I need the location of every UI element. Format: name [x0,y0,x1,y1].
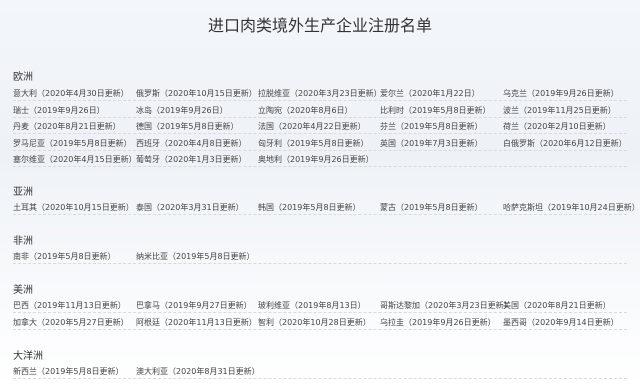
country-link[interactable]: 立陶宛（2020年8月6日） [258,105,353,116]
country-link[interactable]: 德国（2019年5月8日更新） [136,121,239,132]
country-link[interactable]: 土耳其（2020年10月15日更新） [13,202,134,213]
country-link[interactable]: 荷兰（2020年2月10日更新） [503,121,611,132]
country-link[interactable]: 波兰（2019年11月25日更新） [503,105,616,116]
country-link[interactable]: 玻利维亚（2019年8月13日） [258,300,366,311]
country-link[interactable]: 加拿大（2020年5月27日更新） [13,317,129,328]
country-link[interactable]: 俄罗斯（2020年10月15日更新） [136,88,257,99]
row-divider [13,166,627,167]
country-link[interactable]: 西班牙（2020年4月8日更新） [136,138,247,149]
row-divider [13,149,627,151]
country-link[interactable]: 意大利（2020年4月30日更新） [13,88,129,99]
region-heading: 欧洲 [13,72,33,83]
country-link[interactable]: 哈萨克斯坦（2019年10月24日更新） [503,202,640,213]
country-link[interactable]: 澳大利亚（2020年8月31日更新） [136,366,260,377]
country-link[interactable]: 哥斯达黎加（2020年3月23日更新） [380,300,512,311]
country-link[interactable]: 新西兰（2019年5月8日更新） [13,366,124,377]
region-heading: 大洋洲 [13,351,43,362]
country-link[interactable]: 智利（2020年10月28日更新） [258,317,371,328]
region-heading: 亚洲 [13,187,33,198]
country-link[interactable]: 墨西哥（2020年9月14日更新） [503,317,619,328]
row-divider [13,312,627,313]
page-title: 进口肉类境外生产企业注册名单 [207,16,432,35]
row-divider [13,328,627,330]
row-divider [13,263,627,264]
country-link[interactable]: 比利时（2019年5月8日更新） [380,105,491,116]
row-divider [13,133,627,134]
country-link[interactable]: 罗马尼亚（2019年5月8日更新） [13,138,132,149]
country-link[interactable]: 芬兰（2019年5月8日更新） [380,121,483,132]
country-link[interactable]: 冰岛（2019年9月26日） [136,105,228,116]
country-link[interactable]: 蒙古（2019年5月8日更新） [380,202,483,213]
country-link[interactable]: 巴西（2019年11月13日更新） [13,300,126,311]
country-link[interactable]: 乌拉圭（2019年9月26日更新） [380,317,496,328]
row-divider [13,116,627,118]
country-link[interactable]: 葡萄牙（2020年1月3日更新） [136,154,247,165]
country-link[interactable]: 乌克兰（2019年9月26日更新） [503,88,619,99]
country-link[interactable]: 纳米比亚（2019年5月8日更新） [136,251,255,262]
country-link[interactable]: 韩国（2019年5月8日更新） [258,202,361,213]
country-link[interactable]: 塞尔维亚（2020年4月15日更新） [13,154,137,165]
row-divider [13,100,627,101]
country-link[interactable]: 爱尔兰（2020年1月22日） [380,88,480,99]
country-link[interactable]: 瑞士（2019年9月26日） [13,105,105,116]
country-link[interactable]: 阿根廷（2020年11月13日更新） [136,317,257,328]
country-link[interactable]: 法国（2020年4月22日更新） [258,121,366,132]
country-link[interactable]: 美国（2020年8月21日更新） [503,300,611,311]
row-divider [13,378,627,379]
country-link[interactable]: 白俄罗斯（2020年6月12日更新） [503,138,627,149]
row-divider [13,214,627,215]
country-link[interactable]: 拉脱维亚（2020年3月23日更新） [258,88,382,99]
country-link[interactable]: 奥地利（2019年9月26日更新） [258,154,374,165]
country-link[interactable]: 南非（2019年5月8日更新） [13,251,116,262]
country-link[interactable]: 泰国（2020年3月31日更新） [136,202,244,213]
country-link[interactable]: 英国（2019年7月3日更新） [380,138,483,149]
country-link[interactable]: 巴拿马（2019年9月27日更新） [136,300,252,311]
region-heading: 美洲 [13,285,33,296]
region-heading: 非洲 [13,236,33,247]
country-link[interactable]: 丹麦（2020年8月21日更新） [13,121,121,132]
country-link[interactable]: 匈牙利（2019年5月8日更新） [258,138,369,149]
